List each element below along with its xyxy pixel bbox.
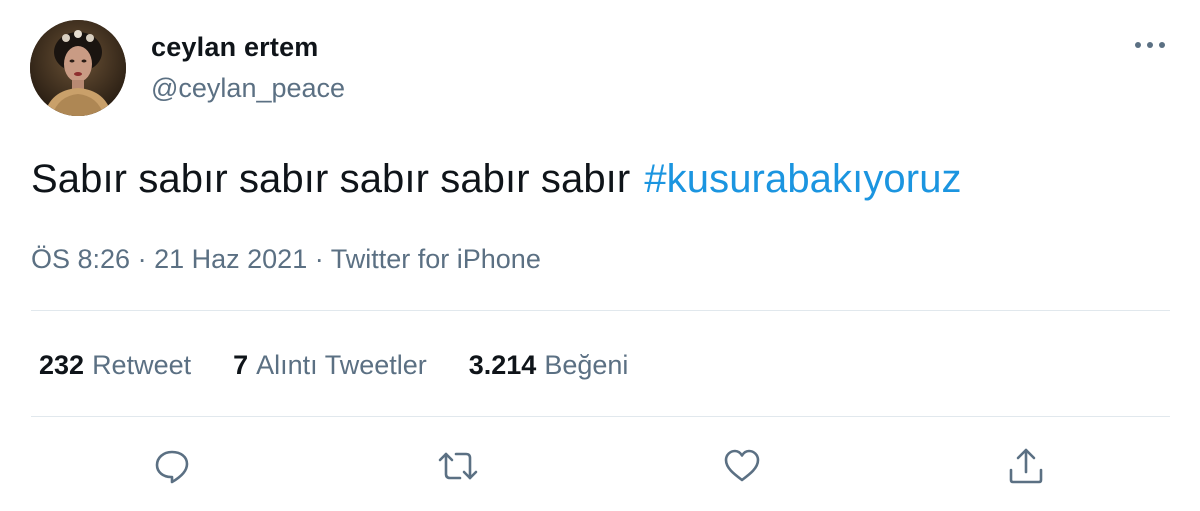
quote-label: Alıntı Tweetler bbox=[256, 350, 427, 380]
retweet-count: 232 bbox=[39, 350, 85, 380]
tweet-text: Sabır sabır sabır sabır sabır sabır #kusu… bbox=[31, 154, 962, 204]
reply-icon bbox=[155, 450, 189, 484]
like-label: Beğeni bbox=[544, 350, 629, 380]
tweet-body: Sabır sabır sabır sabır sabır sabır bbox=[31, 157, 631, 201]
reply-button[interactable] bbox=[152, 446, 192, 486]
tweet-source[interactable]: Twitter for iPhone bbox=[331, 244, 541, 274]
retweet-label: Retweet bbox=[92, 350, 192, 380]
quote-count: 7 bbox=[233, 350, 249, 380]
meta-separator: · bbox=[314, 244, 324, 274]
author-handle[interactable]: @ceylan_peace bbox=[151, 71, 345, 105]
like-button[interactable] bbox=[722, 446, 762, 486]
retweet-count-link[interactable]: 232 Retweet bbox=[39, 348, 191, 382]
share-button[interactable] bbox=[1006, 446, 1046, 486]
tweet-stats: 232 Retweet 7 Alıntı Tweetler 3.214 Beğeni bbox=[39, 348, 670, 382]
tweet-meta: ÖS 8:26 · 21 Haz 2021 · Twitter for iPho… bbox=[31, 242, 541, 276]
tweet-date[interactable]: 21 Haz 2021 bbox=[154, 244, 307, 274]
avatar[interactable] bbox=[30, 20, 126, 116]
quote-count-link[interactable]: 7 Alıntı Tweetler bbox=[233, 348, 427, 382]
more-horizontal-icon[interactable] bbox=[1130, 30, 1170, 60]
retweet-button[interactable] bbox=[436, 446, 478, 486]
author-display-name[interactable]: ceylan ertem bbox=[151, 30, 319, 64]
tweet-time[interactable]: ÖS 8:26 bbox=[31, 244, 130, 274]
heart-icon bbox=[724, 449, 760, 482]
divider bbox=[31, 310, 1170, 311]
share-icon bbox=[1009, 448, 1043, 484]
like-count-link[interactable]: 3.214 Beğeni bbox=[469, 348, 629, 382]
divider bbox=[31, 416, 1170, 417]
like-count: 3.214 bbox=[468, 350, 537, 380]
meta-separator: · bbox=[137, 244, 147, 274]
avatar-image bbox=[30, 20, 126, 116]
hashtag-link[interactable]: #kusurabakıyoruz bbox=[644, 157, 961, 201]
retweet-icon bbox=[438, 452, 478, 480]
